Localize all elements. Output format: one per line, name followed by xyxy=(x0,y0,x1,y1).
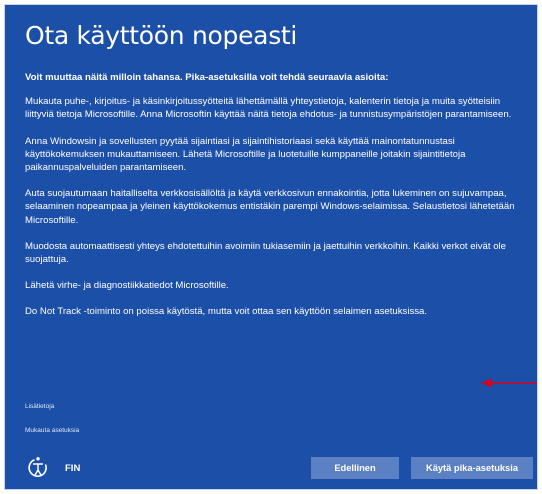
customize-settings-link[interactable]: Mukauta asetuksia xyxy=(25,427,79,434)
language-indicator[interactable]: FIN xyxy=(65,463,80,474)
paragraph-location: Anna Windowsin ja sovellusten pyytää sij… xyxy=(25,135,466,174)
paragraph-do-not-track: Do Not Track -toiminto on poissa käytöst… xyxy=(25,306,428,318)
setup-screen: Ota käyttöön nopeasti Voit muuttaa näitä… xyxy=(4,4,538,490)
paragraph-diagnostics: Lähetä virhe- ja diagnostiikkatiedot Mic… xyxy=(25,280,229,292)
paragraph-wifi-connection: Muodosta automaattisesti yhteys ehdotett… xyxy=(25,240,506,266)
back-button[interactable]: Edellinen xyxy=(311,457,399,479)
red-arrow-icon xyxy=(481,378,537,388)
paragraph-browser-protection: Auta suojautumaan haitalliselta verkkosi… xyxy=(25,188,515,226)
ease-of-access-icon[interactable] xyxy=(25,455,51,481)
paragraph-input-personalization: Mukauta puhe-, kirjoitus- ja käsinkirjoi… xyxy=(25,96,512,121)
intro-text: Voit muuttaa näitä milloin tahansa. Pika… xyxy=(25,72,389,83)
use-express-settings-button[interactable]: Käytä pika-asetuksia xyxy=(411,457,533,479)
bottom-left-controls: FIN xyxy=(25,455,80,481)
page-title: Ota käyttöön nopeasti xyxy=(25,21,298,50)
settings-description: Voit muuttaa näitä milloin tahansa. Pika… xyxy=(25,71,525,332)
learn-more-link[interactable]: Lisätietoja xyxy=(25,403,54,410)
